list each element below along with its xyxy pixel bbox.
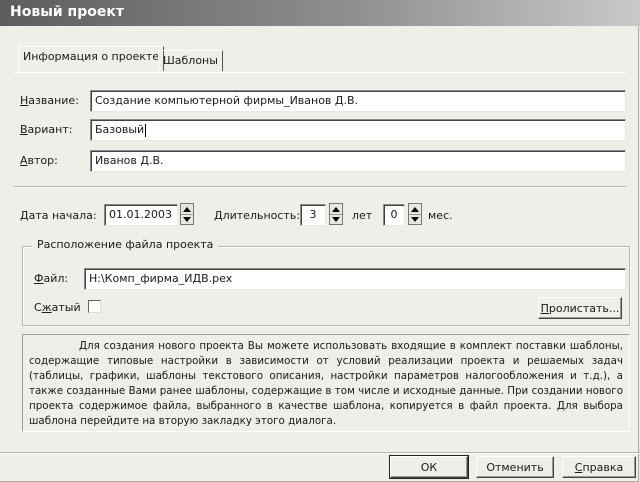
months-unit: мес. <box>428 209 453 222</box>
variant-label: Вариант: <box>20 123 73 136</box>
spin-up-icon[interactable] <box>330 204 342 214</box>
years-unit: лет <box>352 209 373 222</box>
help-button[interactable]: Справка <box>562 456 636 478</box>
months-spinner[interactable] <box>408 203 422 225</box>
spin-up-icon[interactable] <box>181 204 193 214</box>
start-date-label: Дата начала: <box>20 209 97 222</box>
info-text: Для создания нового проекта Вы можете ис… <box>29 340 623 427</box>
variant-field[interactable]: Базовый <box>90 119 626 141</box>
spin-down-icon[interactable] <box>409 214 421 225</box>
spin-up-icon[interactable] <box>409 204 421 214</box>
start-date-field[interactable]: 01.01.2003 <box>104 204 178 226</box>
group-title: Расположение файла проекта <box>32 238 219 251</box>
window-title: Новый проект <box>10 4 124 20</box>
duration-label: Длительность: <box>214 209 301 222</box>
file-path-field[interactable]: H:\Комп_фирма_ИДВ.pex <box>84 268 626 290</box>
years-spinner[interactable] <box>329 203 343 225</box>
tab-label: Информация о проекте <box>23 50 160 63</box>
separator <box>14 186 626 188</box>
years-field[interactable]: 3 <box>300 204 326 226</box>
months-field[interactable]: 0 <box>383 204 405 226</box>
text-caret <box>145 123 147 137</box>
author-field[interactable]: Иванов Д.В. <box>90 150 626 172</box>
bottom-separator <box>0 452 640 454</box>
info-text-box: Для создания нового проекта Вы можете ис… <box>22 334 630 432</box>
start-date-spinner[interactable] <box>180 203 194 225</box>
ok-button[interactable]: ОК <box>389 455 469 479</box>
spin-down-icon[interactable] <box>330 214 342 225</box>
tab-templates[interactable]: Шаблоны <box>158 50 223 71</box>
author-label: Автор: <box>20 154 58 167</box>
file-label: Файл: <box>34 272 69 285</box>
name-field[interactable]: Создание компьютерной фирмы_Иванов Д.В. <box>90 90 626 112</box>
compressed-label: Сжатый <box>34 301 81 314</box>
tab-panel-border <box>14 72 626 73</box>
tab-project-info[interactable]: Информация о проекте <box>18 46 165 71</box>
spin-down-icon[interactable] <box>181 214 193 225</box>
compressed-checkbox[interactable] <box>88 300 101 313</box>
name-label: Название: <box>20 94 79 107</box>
tab-label: Шаблоны <box>163 54 218 67</box>
cancel-button[interactable]: Отменить <box>476 456 554 478</box>
browse-button[interactable]: Пролистать... <box>538 297 622 319</box>
